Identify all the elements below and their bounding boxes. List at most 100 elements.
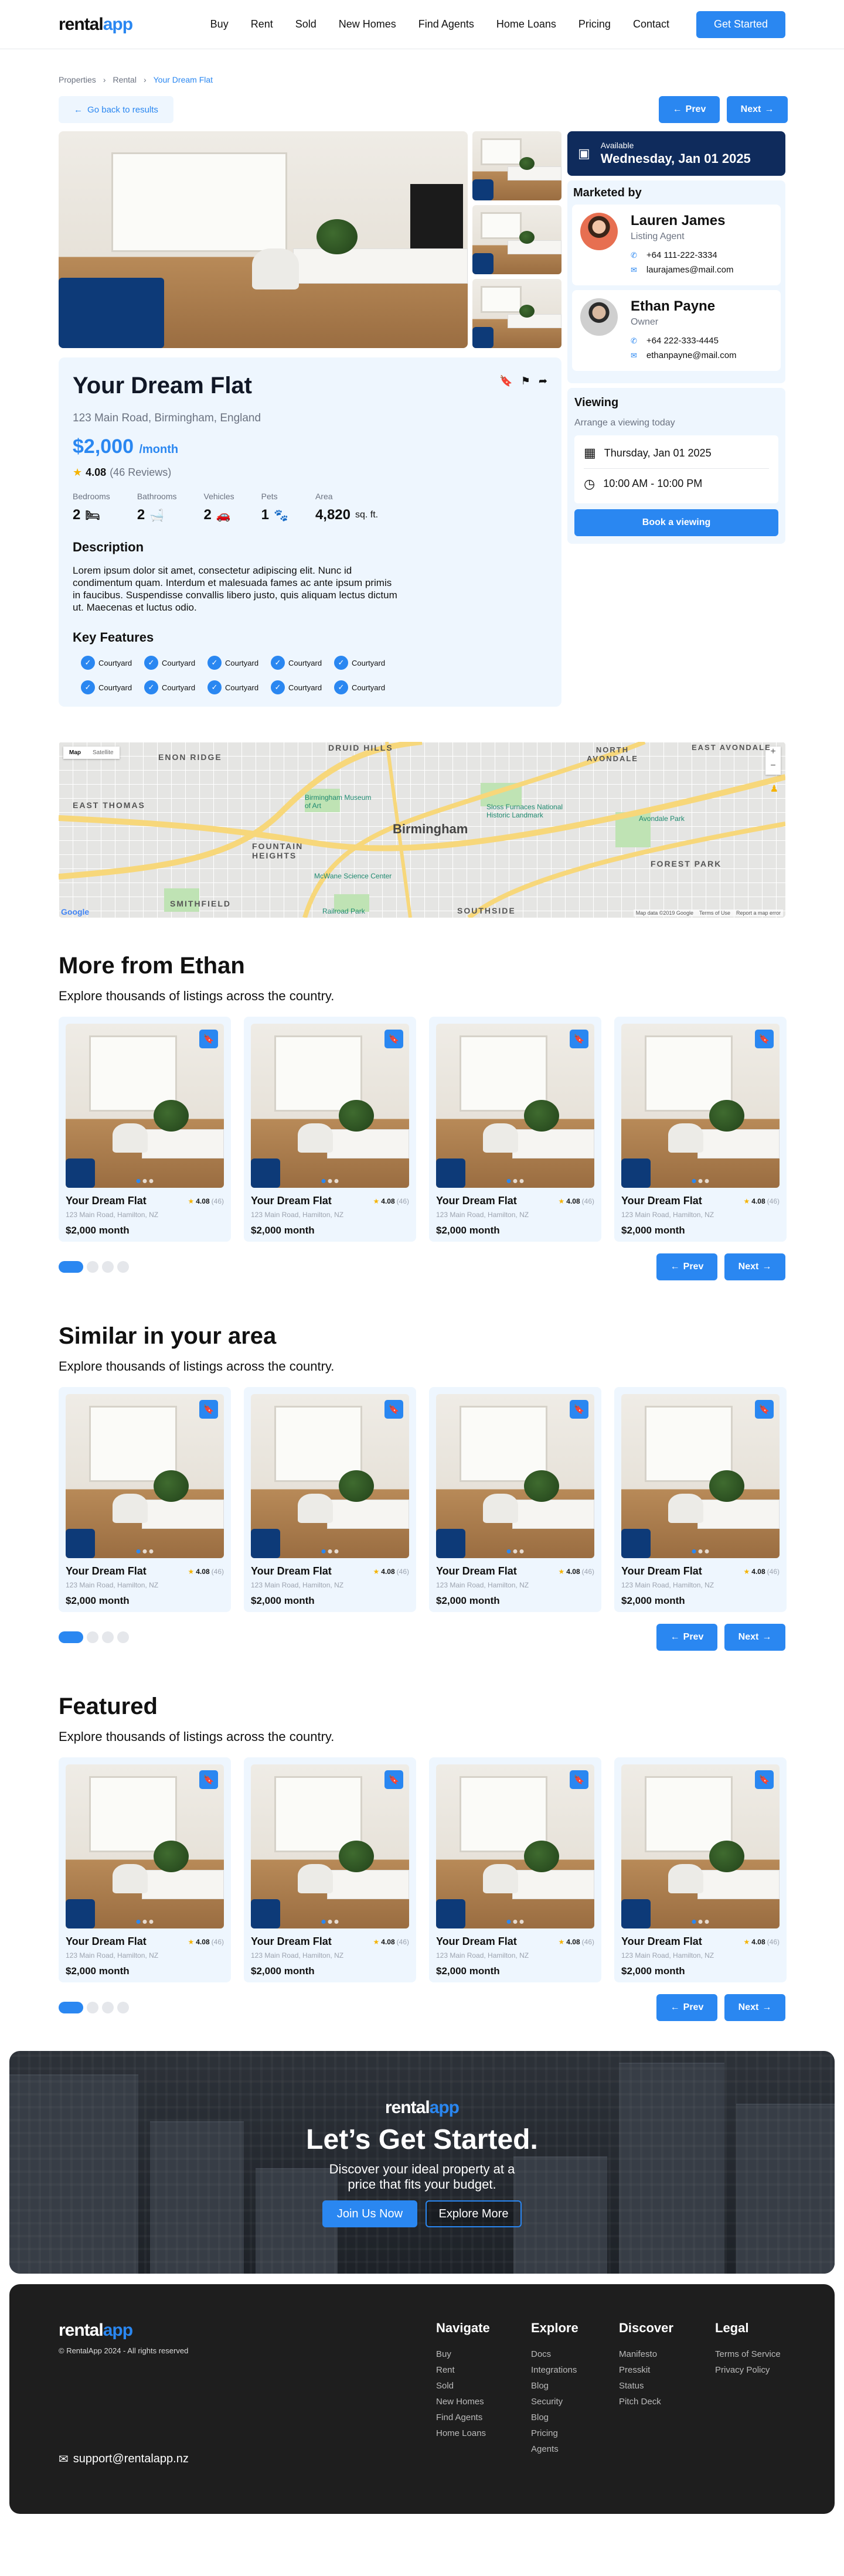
bookmark-icon[interactable]: 🔖 [499, 375, 512, 387]
bookmark-icon[interactable]: 🔖 [199, 1770, 218, 1789]
prev-button[interactable]: ← Prev [656, 1994, 717, 2021]
footer-link[interactable]: New Homes [436, 2394, 490, 2410]
prev-button[interactable]: ← Prev [656, 1253, 717, 1280]
carousel-dot[interactable] [102, 1261, 114, 1273]
agent-email[interactable]: ethanpayne@mail.com [646, 350, 737, 360]
carousel-dot-active[interactable] [59, 2002, 83, 2013]
carousel-dot[interactable] [87, 1631, 98, 1643]
listing-card[interactable]: 🔖 Your Dream Flat ★ 4.08 (46) 123 Main Road, … [59, 1017, 231, 1242]
footer-link[interactable]: Blog [531, 2410, 578, 2425]
footer-link[interactable]: Find Agents [436, 2410, 490, 2425]
prev-button[interactable]: ← Prev [656, 1624, 717, 1651]
listing-card[interactable]: 🔖 Your Dream Flat ★ 4.08 (46) 123 Main Road, … [429, 1757, 601, 1982]
listing-card[interactable]: 🔖 Your Dream Flat ★ 4.08 (46) 123 Main Road, … [614, 1757, 787, 1982]
map-terms-link[interactable]: Terms of Use [699, 910, 730, 916]
pegman-icon[interactable]: ♟ [770, 783, 778, 795]
nav-home-loans[interactable]: Home Loans [496, 18, 556, 30]
listing-card[interactable]: 🔖 Your Dream Flat ★ 4.08 (46) 123 Main Road, … [244, 1017, 416, 1242]
map-poi-label[interactable]: Railroad Park [322, 907, 365, 915]
nav-find-agents[interactable]: Find Agents [418, 18, 474, 30]
footer-link[interactable]: Agents [531, 2441, 578, 2457]
footer-link[interactable]: Privacy Policy [715, 2362, 781, 2378]
viewing-date-picker[interactable]: ▦ Thursday, Jan 01 2025 [584, 438, 769, 468]
thumbnail-photo[interactable] [472, 131, 561, 200]
footer-link[interactable]: Status [619, 2378, 673, 2394]
thumbnail-photo[interactable] [472, 279, 561, 348]
bookmark-icon[interactable]: 🔖 [755, 1770, 774, 1789]
flag-icon[interactable]: ⚑ [521, 375, 530, 387]
map-poi-label[interactable]: Avondale Park [639, 815, 685, 823]
footer-link[interactable]: Security [531, 2394, 578, 2410]
explore-more-button[interactable]: Explore More [426, 2200, 522, 2227]
nav-sold[interactable]: Sold [295, 18, 316, 30]
listing-card[interactable]: 🔖 Your Dream Flat ★ 4.08 (46) 123 Main Road, … [59, 1757, 231, 1982]
bookmark-icon[interactable]: 🔖 [755, 1400, 774, 1419]
listing-card[interactable]: 🔖 Your Dream Flat ★ 4.08 (46) 123 Main Road, … [59, 1387, 231, 1612]
bookmark-icon[interactable]: 🔖 [570, 1770, 588, 1789]
footer-link[interactable]: Manifesto [619, 2346, 673, 2362]
location-map[interactable]: Map Satellite + − ♟ Birmingham ENON RIDG… [59, 742, 785, 918]
carousel-dot[interactable] [117, 1631, 129, 1643]
viewing-time-picker[interactable]: ◷ 10:00 AM - 10:00 PM [584, 468, 769, 499]
get-started-button[interactable]: Get Started [696, 11, 785, 38]
listing-card[interactable]: 🔖 Your Dream Flat ★ 4.08 (46) 123 Main Road, … [429, 1017, 601, 1242]
footer-link[interactable]: Home Loans [436, 2425, 490, 2441]
map-poi-label[interactable]: Birmingham Museum of Art [305, 793, 375, 810]
bookmark-icon[interactable]: 🔖 [199, 1030, 218, 1048]
map-poi-label[interactable]: McWane Science Center [314, 872, 392, 880]
footer-link[interactable]: Integrations [531, 2362, 578, 2378]
listing-card[interactable]: 🔖 Your Dream Flat ★ 4.08 (46) 123 Main Road, … [614, 1017, 787, 1242]
footer-link[interactable]: Terms of Service [715, 2346, 781, 2362]
nav-new-homes[interactable]: New Homes [339, 18, 396, 30]
nav-buy[interactable]: Buy [210, 18, 229, 30]
listing-card[interactable]: 🔖 Your Dream Flat ★ 4.08 (46) 123 Main Road, … [429, 1387, 601, 1612]
footer-link[interactable]: Pitch Deck [619, 2394, 673, 2410]
footer-link[interactable]: Blog [531, 2378, 578, 2394]
listing-card[interactable]: 🔖 Your Dream Flat ★ 4.08 (46) 123 Main Road, … [244, 1757, 416, 1982]
prev-button[interactable]: ← Prev [659, 96, 720, 123]
bookmark-icon[interactable]: 🔖 [384, 1400, 403, 1419]
agent-phone[interactable]: +64 222-333-4445 [646, 336, 719, 346]
bookmark-icon[interactable]: 🔖 [755, 1030, 774, 1048]
nav-pricing[interactable]: Pricing [578, 18, 611, 30]
support-email[interactable]: ✉ support@rentalapp.nz [59, 2452, 189, 2466]
footer-link[interactable]: Buy [436, 2346, 490, 2362]
footer-link[interactable]: Rent [436, 2362, 490, 2378]
footer-link[interactable]: Sold [436, 2378, 490, 2394]
bookmark-icon[interactable]: 🔖 [384, 1030, 403, 1048]
bookmark-icon[interactable]: 🔖 [199, 1400, 218, 1419]
map-type-map[interactable]: Map [63, 747, 87, 759]
map-report-link[interactable]: Report a map error [736, 910, 781, 916]
footer-logo[interactable]: rentalapp [59, 2321, 133, 2340]
agent-phone[interactable]: +64 111-222-3334 [646, 250, 717, 260]
nav-rent[interactable]: Rent [251, 18, 273, 30]
listing-card[interactable]: 🔖 Your Dream Flat ★ 4.08 (46) 123 Main Road, … [614, 1387, 787, 1612]
main-photo[interactable] [59, 131, 468, 348]
logo[interactable]: rentalapp [59, 15, 133, 35]
carousel-dot[interactable] [117, 2002, 129, 2013]
footer-link[interactable]: Docs [531, 2346, 578, 2362]
review-count[interactable]: (46 Reviews) [110, 466, 171, 479]
join-us-button[interactable]: Join Us Now [322, 2200, 417, 2227]
carousel-dot-active[interactable] [59, 1631, 83, 1643]
listing-card[interactable]: 🔖 Your Dream Flat ★ 4.08 (46) 123 Main Road, … [244, 1387, 416, 1612]
thumbnail-photo[interactable] [472, 205, 561, 274]
carousel-dot[interactable] [102, 1631, 114, 1643]
next-button[interactable]: Next → [724, 1624, 785, 1651]
agent-card[interactable]: Ethan Payne Owner ✆ +64 222-333-4445 ✉ eth… [572, 290, 781, 371]
agent-card[interactable]: Lauren James Listing Agent ✆ +64 111-222-… [572, 205, 781, 285]
next-button[interactable]: Next → [727, 96, 788, 123]
bookmark-icon[interactable]: 🔖 [384, 1770, 403, 1789]
carousel-dot-active[interactable] [59, 1261, 83, 1273]
bookmark-icon[interactable]: 🔖 [570, 1030, 588, 1048]
map-poi-label[interactable]: Sloss Furnaces National Historic Landmar… [486, 803, 586, 819]
carousel-dot[interactable] [102, 2002, 114, 2013]
zoom-out-icon[interactable]: − [765, 761, 781, 775]
book-viewing-button[interactable]: Book a viewing [574, 509, 778, 536]
carousel-dot[interactable] [117, 1261, 129, 1273]
carousel-dot[interactable] [87, 1261, 98, 1273]
breadcrumb-rental[interactable]: Rental [113, 75, 136, 84]
bookmark-icon[interactable]: 🔖 [570, 1400, 588, 1419]
next-button[interactable]: Next → [724, 1253, 785, 1280]
next-button[interactable]: Next → [724, 1994, 785, 2021]
